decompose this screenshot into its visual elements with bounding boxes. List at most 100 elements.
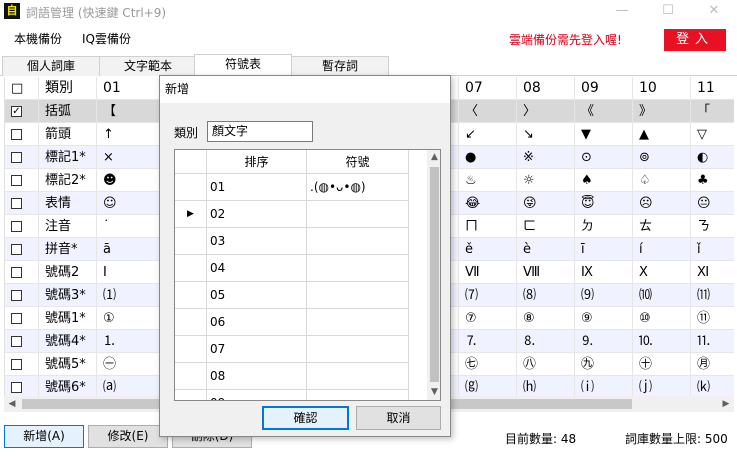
row-checkbox[interactable] — [11, 244, 22, 255]
header-select-all[interactable]: □ — [5, 77, 39, 100]
dialog-table-row[interactable]: 09 — [175, 390, 409, 400]
symbol-cell[interactable]: ♣ — [691, 169, 734, 192]
dialog-symbol-cell[interactable] — [307, 255, 409, 282]
scroll-down-icon[interactable]: ▼ — [427, 385, 440, 400]
dialog-table-row[interactable]: 06 — [175, 309, 409, 336]
symbol-cell[interactable]: ⑪ — [691, 307, 734, 330]
symbol-cell[interactable]: ↑ — [97, 123, 165, 146]
symbol-cell[interactable]: ㄋ — [691, 215, 734, 238]
symbol-cell[interactable]: ī — [575, 238, 633, 261]
dialog-order-cell[interactable]: 05 — [207, 282, 307, 309]
symbol-cell[interactable]: ☹ — [633, 192, 691, 215]
symbol-cell[interactable]: ⑺ — [459, 284, 517, 307]
row-checkbox[interactable] — [11, 221, 22, 232]
dialog-row-selector[interactable] — [175, 336, 207, 363]
tab-symbol-table[interactable]: 符號表 — [194, 54, 292, 77]
symbol-cell[interactable]: ♠ — [575, 169, 633, 192]
symbol-cell[interactable]: ㄊ — [633, 215, 691, 238]
dialog-vertical-scrollbar[interactable]: ▲ ▼ — [427, 150, 440, 400]
row-checkbox[interactable] — [11, 290, 22, 301]
row-checkbox[interactable] — [11, 359, 22, 370]
symbol-cell[interactable]: ⒑ — [633, 330, 691, 353]
symbol-cell[interactable]: ⊚ — [633, 146, 691, 169]
symbol-cell[interactable]: ā — [97, 238, 165, 261]
dialog-row-selector[interactable] — [175, 228, 207, 255]
scroll-right-icon[interactable]: ▶ — [718, 396, 734, 412]
dialog-order-cell[interactable]: 04 — [207, 255, 307, 282]
dialog-order-cell[interactable]: 02 — [207, 201, 307, 228]
symbol-cell[interactable]: ˙ — [97, 215, 165, 238]
symbol-cell[interactable]: 〉 — [517, 100, 575, 123]
dialog-table-row[interactable]: 04 — [175, 255, 409, 282]
symbol-cell[interactable]: ※ — [517, 146, 575, 169]
menu-iq-cloud-backup[interactable]: IQ雲備份 — [82, 30, 131, 47]
dialog-row-selector[interactable] — [175, 390, 207, 400]
dialog-row-selector[interactable]: ▶ — [175, 201, 207, 228]
symbol-cell[interactable]: ↘ — [517, 123, 575, 146]
dialog-order-cell[interactable]: 03 — [207, 228, 307, 255]
symbol-cell[interactable]: ☼ — [517, 169, 575, 192]
symbol-cell[interactable]: ㊈ — [575, 353, 633, 376]
symbol-cell[interactable]: ⑽ — [633, 284, 691, 307]
symbol-cell[interactable]: ㊆ — [459, 353, 517, 376]
symbol-cell[interactable]: ㄇ — [459, 215, 517, 238]
symbol-cell[interactable]: Ⅰ — [97, 261, 165, 284]
symbol-cell[interactable]: ⑨ — [575, 307, 633, 330]
symbol-cell[interactable]: × — [97, 146, 165, 169]
symbol-cell[interactable]: Ⅸ — [575, 261, 633, 284]
symbol-cell[interactable]: ▽ — [691, 123, 734, 146]
symbol-cell[interactable]: ⊙ — [575, 146, 633, 169]
dialog-order-cell[interactable]: 09 — [207, 390, 307, 400]
dialog-order-cell[interactable]: 01 — [207, 174, 307, 201]
symbol-cell[interactable]: ⒐ — [575, 330, 633, 353]
tab-temp-words[interactable]: 暫存詞 — [291, 56, 389, 76]
row-checkbox[interactable] — [11, 313, 22, 324]
dialog-table-row[interactable]: 01 .(◍•ᴗ•◍) — [175, 174, 409, 201]
symbol-cell[interactable]: ㊊ — [691, 353, 734, 376]
symbol-cell[interactable]: ⑾ — [691, 284, 734, 307]
symbol-cell[interactable]: ⑴ — [97, 284, 165, 307]
confirm-button[interactable]: 確認 — [262, 406, 349, 430]
symbol-cell[interactable]: ㊀ — [97, 353, 165, 376]
column-header-09[interactable]: 09 — [575, 77, 633, 100]
symbol-cell[interactable]: Ⅷ — [517, 261, 575, 284]
symbol-cell[interactable]: ⑼ — [575, 284, 633, 307]
cancel-button[interactable]: 取消 — [356, 406, 441, 430]
dialog-table-row[interactable]: 03 — [175, 228, 409, 255]
symbol-cell[interactable]: ě — [459, 238, 517, 261]
login-button[interactable]: 登入 — [664, 29, 726, 51]
symbol-cell[interactable]: ● — [459, 146, 517, 169]
symbol-cell[interactable]: ◐ — [691, 146, 734, 169]
column-header-category[interactable]: 類別 — [39, 77, 97, 100]
symbol-cell[interactable]: ⒈ — [97, 330, 165, 353]
dialog-order-cell[interactable]: 06 — [207, 309, 307, 336]
symbol-cell[interactable]: Ⅶ — [459, 261, 517, 284]
dialog-scroll-thumb[interactable] — [430, 167, 439, 382]
row-checkbox[interactable] — [11, 267, 22, 278]
dialog-table-row[interactable]: 07 — [175, 336, 409, 363]
close-button[interactable]: ✕ — [691, 0, 737, 24]
tab-text-templates[interactable]: 文字範本 — [99, 56, 197, 76]
symbol-cell[interactable]: Ⅺ — [691, 261, 734, 284]
row-checkbox[interactable] — [11, 336, 22, 347]
column-header-08[interactable]: 08 — [517, 77, 575, 100]
dialog-order-cell[interactable]: 07 — [207, 336, 307, 363]
symbol-cell[interactable]: ǐ — [691, 238, 734, 261]
symbol-cell[interactable]: ⒎ — [459, 330, 517, 353]
edit-button[interactable]: 修改(E) — [88, 425, 168, 448]
symbol-cell[interactable]: ① — [97, 307, 165, 330]
symbol-cell[interactable]: ㄉ — [575, 215, 633, 238]
menu-local-backup[interactable]: 本機備份 — [14, 30, 62, 47]
symbol-cell[interactable]: 》 — [633, 100, 691, 123]
symbol-cell[interactable]: ☻ — [97, 169, 165, 192]
symbol-cell[interactable]: ⑩ — [633, 307, 691, 330]
dialog-row-selector[interactable] — [175, 363, 207, 390]
symbol-cell[interactable]: ♨ — [459, 169, 517, 192]
row-checkbox[interactable] — [11, 152, 22, 163]
symbol-cell[interactable]: 😐 — [691, 192, 734, 215]
column-header-07[interactable]: 07 — [459, 77, 517, 100]
scroll-up-icon[interactable]: ▲ — [427, 150, 440, 165]
dialog-row-selector[interactable] — [175, 309, 207, 336]
symbol-cell[interactable]: ㄈ — [517, 215, 575, 238]
dialog-symbol-cell[interactable] — [307, 363, 409, 390]
